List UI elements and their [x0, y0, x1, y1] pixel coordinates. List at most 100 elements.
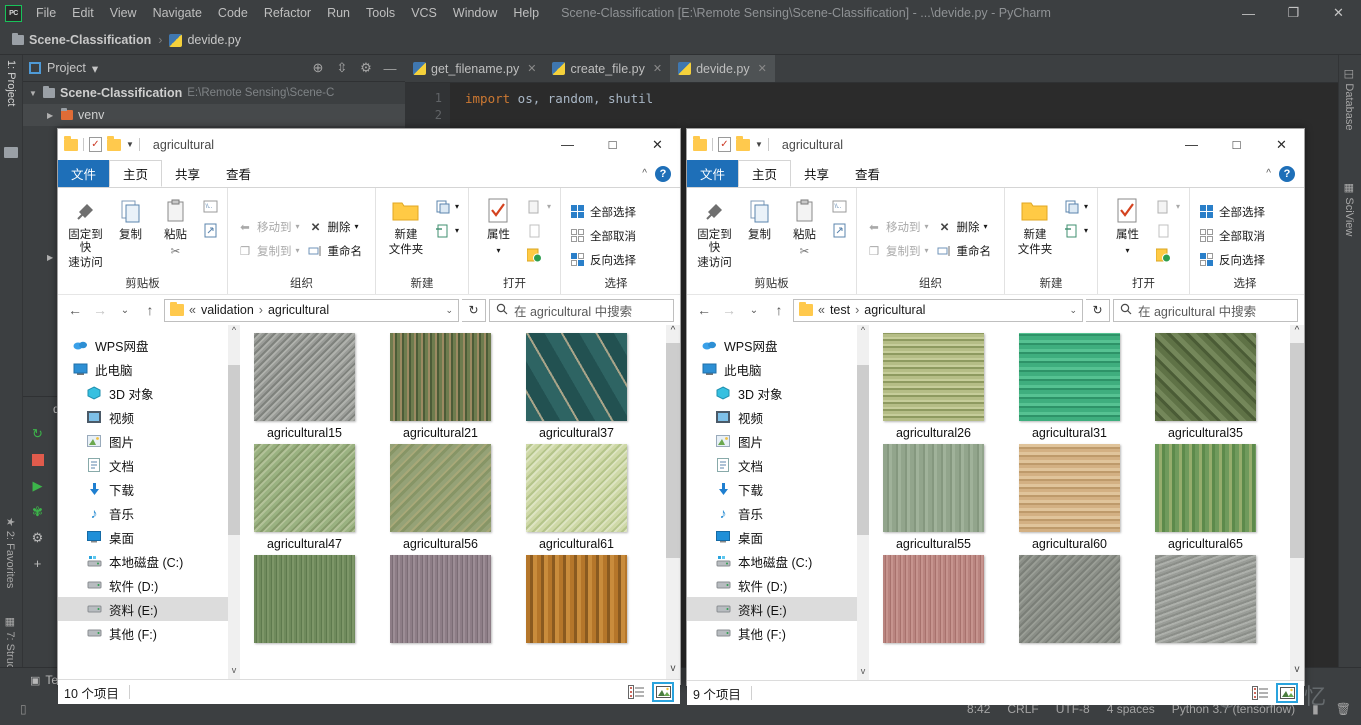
expand-triangle-icon[interactable]: ▶: [47, 111, 56, 120]
properties-icon[interactable]: ✓: [718, 137, 731, 152]
close-icon[interactable]: ✕: [527, 62, 536, 75]
scroll-down-arrow-icon[interactable]: v: [666, 663, 680, 679]
scroll-up-arrow-icon[interactable]: ^: [857, 325, 869, 339]
address-current[interactable]: agricultural: [268, 303, 329, 317]
sidebar-item-database[interactable]: ◫ Database: [1343, 69, 1356, 131]
nav-item-drive-e[interactable]: 资料 (E:): [58, 597, 228, 621]
forward-button[interactable]: →: [718, 299, 740, 321]
copy-button[interactable]: 复制: [109, 192, 152, 242]
easy-access-button[interactable]: ▾: [432, 220, 462, 241]
file-item[interactable]: agricultural47: [254, 444, 372, 551]
file-item[interactable]: agricultural55: [883, 444, 1001, 551]
chevron-down-icon[interactable]: ▾: [1176, 202, 1180, 211]
address-parent[interactable]: test: [830, 303, 850, 317]
invert-selection-button[interactable]: 反向选择: [567, 249, 639, 270]
chevron-down-icon[interactable]: ▾: [925, 246, 929, 255]
refresh-button[interactable]: ↻: [1086, 298, 1110, 322]
scrollbar-thumb[interactable]: [1290, 343, 1304, 558]
tab-home[interactable]: 主页: [109, 160, 163, 187]
file-item[interactable]: agricultural56: [390, 444, 508, 551]
refresh-button[interactable]: ↻: [462, 298, 486, 322]
file-item[interactable]: agricultural26: [883, 333, 1001, 440]
new-folder-icon[interactable]: [107, 136, 121, 151]
back-button[interactable]: ←: [64, 299, 86, 321]
nav-item-drive-f[interactable]: 其他 (F:): [58, 621, 228, 645]
tab-share[interactable]: 共享: [162, 160, 213, 187]
nav-item-documents[interactable]: 文档: [687, 453, 857, 477]
move-to-button[interactable]: ⬅ 移动到 ▾: [863, 216, 932, 237]
nav-item-wps[interactable]: WPS网盘: [687, 333, 857, 357]
details-view-icon[interactable]: [625, 682, 647, 702]
maximize-button[interactable]: □: [590, 129, 635, 160]
copy-to-button[interactable]: ❐ 复制到 ▾: [234, 240, 303, 261]
customize-caret-icon[interactable]: ▼: [126, 140, 134, 149]
file-items-pane[interactable]: agricultural15 agricultural21 agricultur…: [240, 325, 666, 679]
cut-icon[interactable]: ✂: [168, 244, 184, 260]
chevron-down-icon[interactable]: ▾: [925, 222, 929, 231]
new-folder-button[interactable]: 新建 文件夹: [382, 192, 430, 257]
nav-item-desktop[interactable]: 桌面: [58, 525, 228, 549]
address-parent[interactable]: validation: [201, 303, 254, 317]
chevron-down-icon[interactable]: ▾: [1125, 244, 1129, 257]
file-item[interactable]: [526, 555, 644, 648]
chevron-down-icon[interactable]: ▾: [92, 61, 98, 76]
edit-button[interactable]: [524, 220, 554, 241]
file-item[interactable]: agricultural61: [526, 444, 644, 551]
nav-item-pictures[interactable]: 图片: [687, 429, 857, 453]
sidebar-item-favorites[interactable]: ★ 2: Favorites: [4, 517, 17, 588]
menu-help[interactable]: Help: [505, 3, 547, 23]
nav-item-videos[interactable]: 视频: [58, 405, 228, 429]
history-button[interactable]: [1153, 244, 1183, 265]
items-scrollbar[interactable]: ^ v: [666, 325, 680, 679]
collapse-ribbon-icon[interactable]: ^: [1266, 168, 1271, 179]
tab-home[interactable]: 主页: [738, 160, 792, 187]
tab-view[interactable]: 查看: [842, 160, 893, 187]
address-prefix[interactable]: «: [189, 303, 196, 317]
copy-button[interactable]: 复制: [738, 192, 781, 242]
nav-item-drive-d[interactable]: 软件 (D:): [58, 573, 228, 597]
breadcrumb[interactable]: Scene-Classification: [12, 32, 151, 47]
back-button[interactable]: ←: [693, 299, 715, 321]
tab-file[interactable]: 文件: [687, 160, 739, 187]
menu-tools[interactable]: Tools: [358, 3, 403, 23]
scroll-down-arrow-icon[interactable]: v: [1290, 664, 1304, 680]
invert-selection-button[interactable]: 反向选择: [1196, 249, 1268, 270]
settings-icon[interactable]: ⚙: [29, 529, 46, 546]
folder-icon[interactable]: [693, 136, 707, 151]
tree-row[interactable]: ▼ Scene-Classification E:\Remote Sensing…: [23, 82, 405, 104]
scroll-up-arrow-icon[interactable]: ^: [228, 325, 240, 339]
close-button[interactable]: ✕: [635, 129, 680, 160]
menu-code[interactable]: Code: [210, 3, 256, 23]
select-all-button[interactable]: 全部选择: [567, 201, 639, 222]
nav-item-pictures[interactable]: 图片: [58, 429, 228, 453]
explorer-window-validation[interactable]: ✓ ▼ agricultural — □ ✕ 文件 主页 共享 查看 ^ ? 固…: [57, 128, 681, 704]
breadcrumb-file[interactable]: devide.py: [187, 33, 241, 47]
file-item[interactable]: agricultural37: [526, 333, 644, 440]
folder-icon[interactable]: [64, 136, 78, 151]
nav-item-music[interactable]: ♪ 音乐: [687, 501, 857, 525]
customize-caret-icon[interactable]: ▼: [755, 140, 763, 149]
tab-create-file[interactable]: create_file.py ✕: [544, 55, 670, 82]
chevron-down-icon[interactable]: ▾: [355, 222, 359, 231]
pin-to-quick-access-button[interactable]: 固定到快 速访问: [64, 192, 107, 270]
tab-share[interactable]: 共享: [791, 160, 842, 187]
tab-file[interactable]: 文件: [58, 160, 110, 187]
close-icon[interactable]: ✕: [653, 62, 662, 75]
file-item[interactable]: agricultural60: [1019, 444, 1137, 551]
delete-button[interactable]: ✕ 删除 ▾: [934, 216, 995, 237]
nav-item-this-pc[interactable]: 此电脑: [58, 357, 228, 381]
paste-button[interactable]: 粘贴 ✂: [154, 192, 197, 260]
file-item[interactable]: [883, 555, 1001, 648]
nav-item-downloads[interactable]: 下载: [58, 477, 228, 501]
large-icons-view-icon[interactable]: [1276, 683, 1298, 703]
address-bar[interactable]: « validation › agricultural ⌄: [164, 298, 459, 322]
nav-item-music[interactable]: ♪ 音乐: [58, 501, 228, 525]
nav-pane-scrollbar[interactable]: ^ v: [228, 325, 240, 679]
help-icon[interactable]: ?: [655, 165, 671, 182]
properties-icon[interactable]: ✓: [89, 137, 102, 152]
file-items-pane[interactable]: agricultural26 agricultural31 agricultur…: [869, 325, 1290, 680]
search-input[interactable]: 在 agricultural 中搜索: [1113, 298, 1298, 322]
recent-locations-button[interactable]: ⌄: [743, 299, 765, 321]
ide-close-button[interactable]: ✕: [1316, 0, 1361, 26]
expand-triangle-icon[interactable]: ▼: [29, 89, 38, 98]
